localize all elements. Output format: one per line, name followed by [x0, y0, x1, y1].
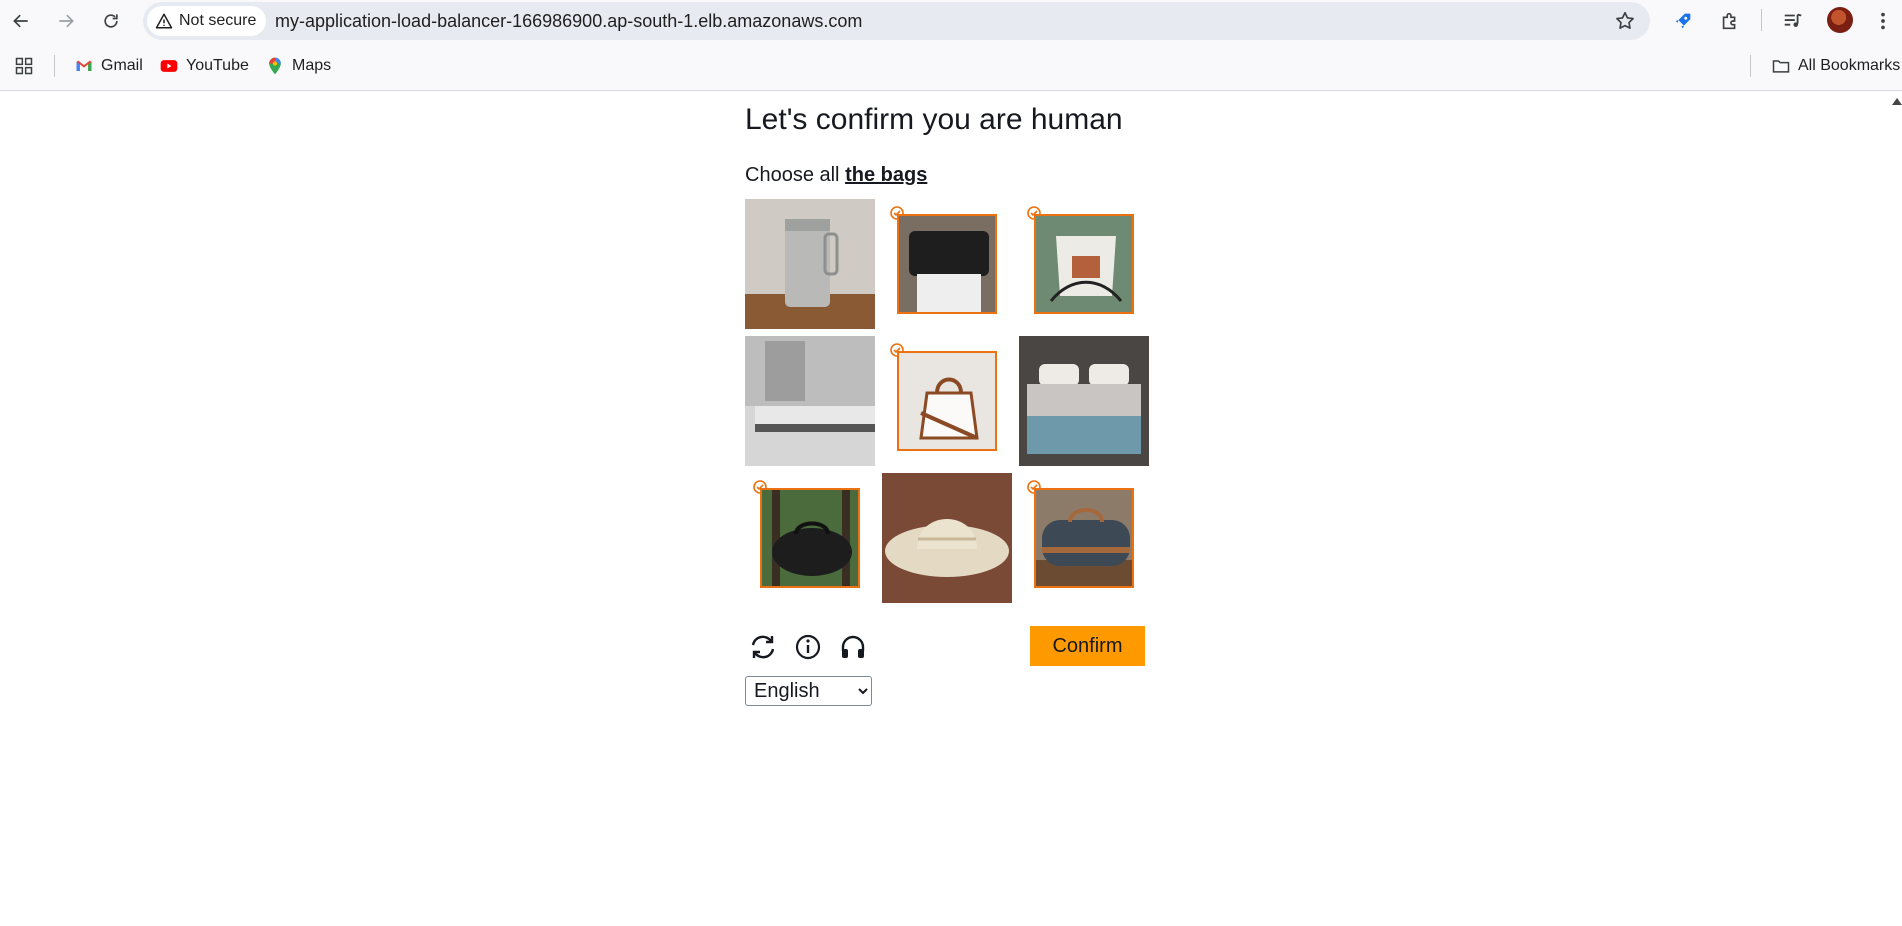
info-icon — [795, 634, 821, 660]
bookmark-gmail[interactable]: Gmail — [74, 55, 143, 77]
image-tile-tote-bag[interactable] — [882, 336, 1012, 466]
bookmark-label: YouTube — [186, 57, 249, 74]
folder-icon — [1772, 60, 1790, 73]
prompt-prefix: Choose all — [745, 164, 840, 186]
site-security-chip[interactable]: Not secure — [147, 6, 267, 36]
image-tile-canister[interactable] — [745, 199, 875, 329]
all-bookmarks-button[interactable]: All Bookmarks — [1771, 55, 1900, 77]
youtube-icon — [160, 60, 178, 72]
page-title: Let's confirm you are human — [745, 103, 1123, 136]
profile-avatar[interactable] — [1827, 7, 1853, 33]
refresh-icon — [751, 635, 775, 659]
bookmark-star-icon[interactable] — [1614, 10, 1636, 32]
rocket-icon — [1675, 13, 1691, 29]
tile-image — [882, 473, 1012, 603]
back-arrow-icon — [13, 14, 28, 28]
audio-challenge-button[interactable] — [837, 631, 869, 663]
bookmark-label: Maps — [292, 57, 332, 74]
scroll-up-arrow[interactable] — [1892, 98, 1902, 105]
image-tile-bed-pillows[interactable] — [1019, 336, 1149, 466]
gmail-icon — [76, 60, 92, 71]
image-tile-bed[interactable] — [745, 336, 875, 466]
image-tile-grey-duffel[interactable] — [1019, 473, 1149, 603]
security-label: Not secure — [179, 12, 257, 29]
tile-image — [1034, 488, 1134, 588]
prompt-target: the bags — [845, 164, 928, 186]
tile-image — [1034, 214, 1134, 314]
tile-image — [760, 488, 860, 588]
apps-button[interactable] — [14, 55, 34, 77]
media-queue-icon — [1784, 13, 1802, 27]
puzzle-icon — [1722, 12, 1736, 30]
image-tile-black-duffel[interactable] — [745, 473, 875, 603]
bookmark-label: Gmail — [101, 57, 143, 74]
toolbar-divider — [1761, 9, 1762, 31]
language-select[interactable]: English — [745, 676, 872, 706]
browser-toolbar: Not secure my-application-load-balancer-… — [0, 0, 1902, 41]
reload-button[interactable] — [96, 6, 126, 36]
forward-arrow-icon — [59, 14, 74, 28]
bookmarks-divider — [54, 55, 55, 77]
image-grid — [745, 199, 1150, 604]
bookmarks-divider — [1750, 55, 1751, 77]
captcha-controls: Confirm — [745, 626, 1145, 671]
tile-image — [745, 336, 875, 466]
browser-menu-button[interactable] — [1869, 7, 1897, 35]
maps-icon — [269, 57, 281, 75]
extensions-button[interactable] — [1716, 7, 1744, 35]
audio-icon — [841, 635, 865, 658]
more-vertical-icon — [1881, 12, 1885, 30]
url-text[interactable]: my-application-load-balancer-166986900.a… — [275, 11, 862, 32]
extension-rocket-button[interactable] — [1669, 7, 1697, 35]
reload-icon — [104, 14, 118, 28]
captcha-instructions: Choose all the bags — [745, 164, 927, 187]
image-tile-black-bag[interactable] — [882, 199, 1012, 329]
image-tile-drawstring-bag[interactable] — [1019, 199, 1149, 329]
tile-image — [897, 351, 997, 451]
tile-image — [1019, 336, 1149, 466]
tile-image — [897, 214, 997, 314]
bookmark-maps[interactable]: Maps — [265, 55, 331, 77]
address-bar[interactable]: Not secure my-application-load-balancer-… — [143, 2, 1650, 40]
apps-grid-icon — [15, 57, 33, 75]
all-bookmarks-label: All Bookmarks — [1798, 57, 1901, 74]
bookmarks-bar: Gmail YouTube Maps All Bookmarks — [0, 41, 1902, 91]
tile-image — [745, 199, 875, 329]
media-controls-button[interactable] — [1779, 7, 1807, 35]
back-button[interactable] — [6, 6, 36, 36]
warning-triangle-icon — [155, 13, 173, 29]
confirm-button[interactable]: Confirm — [1030, 626, 1145, 666]
image-tile-straw-hat[interactable] — [882, 473, 1012, 603]
bookmark-youtube[interactable]: YouTube — [159, 55, 249, 77]
refresh-button[interactable] — [747, 631, 779, 663]
info-button[interactable] — [792, 631, 824, 663]
forward-button[interactable] — [51, 6, 81, 36]
